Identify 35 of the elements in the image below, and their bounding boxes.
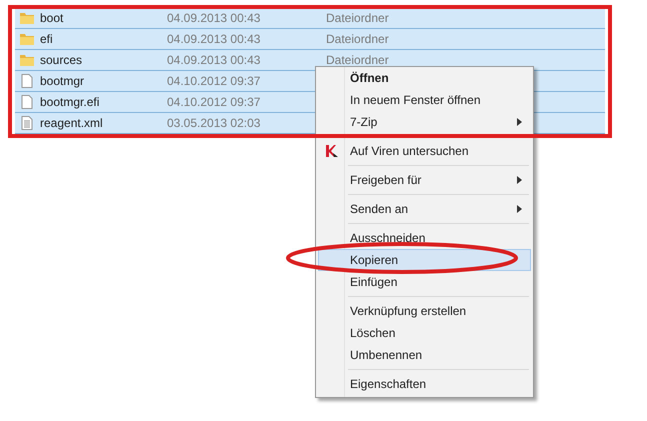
file-date: 04.09.2013 00:43 — [167, 11, 262, 25]
menu-item[interactable]: Eigenschaften — [318, 373, 531, 395]
menu-item[interactable]: Einfügen — [318, 271, 531, 293]
file-date: 04.10.2012 09:37 — [167, 95, 262, 109]
text-file-icon — [19, 115, 35, 131]
menu-item[interactable]: Senden an — [318, 198, 531, 220]
file-name: reagent.xml — [40, 116, 104, 130]
folder-icon — [19, 31, 35, 47]
file-date: 03.05.2013 02:03 — [167, 116, 262, 130]
menu-item[interactable]: Verknüpfung erstellen — [318, 300, 531, 322]
menu-item[interactable]: In neuem Fenster öffnen — [318, 89, 531, 111]
file-icon — [19, 94, 35, 110]
file-date: 04.10.2012 09:37 — [167, 74, 262, 88]
file-icon — [19, 73, 35, 89]
file-row[interactable]: boot 04.09.2013 00:43 Dateiordner — [15, 8, 605, 29]
menu-item[interactable]: Auf Viren untersuchen — [318, 140, 531, 162]
menu-item[interactable]: 7-Zip — [318, 111, 531, 133]
file-date: 04.09.2013 00:43 — [167, 32, 262, 46]
file-row[interactable]: efi 04.09.2013 00:43 Dateiordner — [15, 29, 605, 50]
menu-item[interactable]: Umbenennen — [318, 344, 531, 366]
file-type: Dateiordner — [326, 11, 389, 25]
file-type: Dateiordner — [326, 53, 389, 67]
folder-icon — [19, 52, 35, 68]
menu-item[interactable]: Löschen — [318, 322, 531, 344]
file-row[interactable]: sources 04.09.2013 00:43 Dateiordner — [15, 50, 605, 71]
file-name: bootmgr — [40, 74, 86, 88]
menu-item[interactable]: Ausschneiden — [318, 227, 531, 249]
file-name: efi — [40, 32, 54, 46]
file-name: sources — [40, 53, 84, 67]
file-date: 04.09.2013 00:43 — [167, 53, 262, 67]
file-name: boot — [40, 11, 64, 25]
file-type: Dateiordner — [326, 32, 389, 46]
file-name: bootmgr.efi — [40, 95, 100, 109]
folder-icon — [19, 10, 35, 26]
menu-item[interactable]: Freigeben für — [318, 169, 531, 191]
